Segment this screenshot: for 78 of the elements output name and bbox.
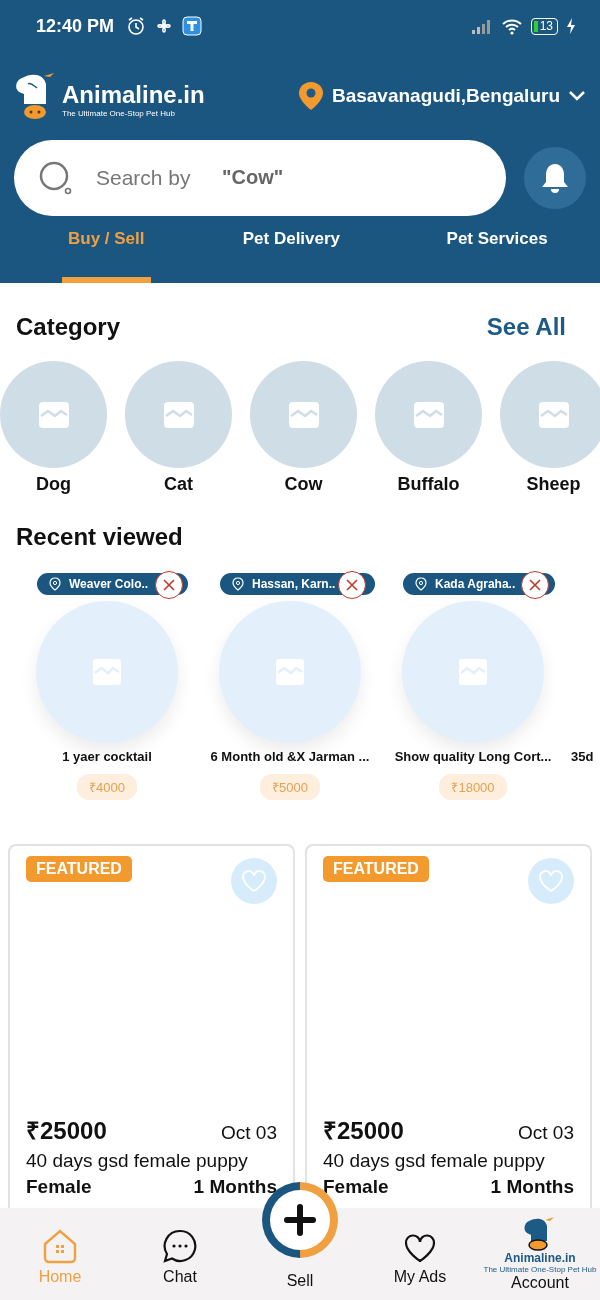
- location-selector[interactable]: Basavanagudi,Bengaluru: [297, 81, 586, 112]
- featured-badge: FEATURED: [323, 856, 429, 882]
- listing-title: Show quality Long Cort...: [394, 749, 552, 764]
- image-placeholder-icon: [459, 659, 487, 685]
- location-pin-icon: [49, 577, 61, 591]
- image-placeholder-icon: [163, 401, 194, 428]
- remove-button[interactable]: [338, 571, 366, 599]
- wifi-icon: [500, 17, 523, 36]
- listing-gender: Female: [323, 1176, 389, 1198]
- listing-age: 1 Months: [490, 1176, 574, 1198]
- listing-price: ₹25000: [26, 1116, 107, 1146]
- search-hint: "Cow": [222, 166, 284, 190]
- search-icon: [38, 159, 74, 196]
- nav-item[interactable]: My Ads: [360, 1208, 480, 1300]
- image-placeholder-icon: [413, 401, 444, 428]
- price-tag: ₹18000: [439, 774, 507, 800]
- listing-date: Oct 03: [518, 1122, 574, 1144]
- category-label: Buffalo: [397, 474, 460, 495]
- category-label: Cow: [284, 474, 323, 495]
- favorite-button[interactable]: [231, 858, 277, 904]
- tab[interactable]: Buy / Sell: [62, 215, 151, 283]
- listing-title: 6 Month old &X Jarman ...: [210, 749, 370, 764]
- status-time: 12:40 PM: [36, 15, 115, 37]
- close-icon: [529, 579, 541, 591]
- tab[interactable]: Pet Services: [394, 215, 600, 283]
- signal-icon: [470, 18, 493, 35]
- dog-chef-logo-icon: [523, 1215, 557, 1251]
- nav-label[interactable]: Sell: [286, 1272, 314, 1290]
- location-pin-icon: [415, 577, 427, 591]
- section-title: Category: [16, 313, 121, 341]
- location-text: Kada Agraha..: [435, 577, 516, 591]
- remove-button[interactable]: [521, 571, 549, 599]
- tab[interactable]: Pet Delivery: [188, 215, 395, 283]
- home-icon: [41, 1228, 79, 1264]
- charging-icon: [566, 17, 576, 36]
- image-placeholder-icon: [538, 401, 569, 428]
- heart-icon: [403, 1234, 437, 1264]
- app-icon: [182, 16, 203, 37]
- logo-name: Animaline.in: [62, 81, 205, 110]
- featured-badge: FEATURED: [26, 856, 132, 882]
- location-text: Hassan, Karn..: [252, 577, 336, 591]
- image-placeholder-icon: [288, 401, 319, 428]
- price-tag: ₹5000: [260, 774, 320, 800]
- alarm-icon: [126, 16, 147, 37]
- listing-price: ₹25000: [323, 1116, 404, 1146]
- logo-name: Animaline.in: [504, 1251, 576, 1265]
- image-placeholder-icon: [38, 401, 69, 428]
- listing-age: 1 Months: [193, 1176, 277, 1198]
- listing-title: 1 yaer cocktail: [62, 749, 152, 764]
- remove-button[interactable]: [155, 571, 183, 599]
- price-tag: ₹4000: [77, 774, 137, 800]
- section-title: Recent viewed: [16, 523, 183, 551]
- listing-title: 40 days gsd female puppy: [323, 1150, 546, 1172]
- location-text: Weaver Colo..: [69, 577, 149, 591]
- see-all-link[interactable]: See All: [486, 313, 566, 341]
- plus-icon: [284, 1204, 316, 1236]
- category-label: Sheep: [526, 474, 581, 495]
- listing-date: Oct 03: [221, 1122, 277, 1144]
- chevron-down-icon: [568, 90, 586, 103]
- category-label: Cat: [164, 474, 193, 495]
- logo-tagline: The Ultimate One-Stop Pet Hub: [62, 109, 176, 119]
- chat-icon: [162, 1228, 198, 1264]
- close-icon: [163, 579, 175, 591]
- location-pin-icon: [232, 577, 244, 591]
- nav-item[interactable]: Animaline.in The Ultimate One-Stop Pet Hub Account: [480, 1208, 600, 1300]
- image-placeholder-icon: [93, 659, 121, 685]
- bell-icon: [540, 161, 570, 194]
- favorite-button[interactable]: [528, 858, 574, 904]
- listing-gender: Female: [26, 1176, 92, 1198]
- nav-item[interactable]: Chat: [120, 1208, 240, 1300]
- close-icon: [346, 579, 358, 591]
- location-pin-icon: [297, 81, 324, 112]
- image-placeholder-icon: [276, 659, 304, 685]
- battery-level: 13: [530, 17, 558, 35]
- logo-tagline: The Ultimate One-Stop Pet Hub: [483, 1265, 597, 1274]
- listing-title: 40 days gsd female puppy: [26, 1150, 249, 1172]
- category-label: Dog: [36, 474, 71, 495]
- listing-title: 35d: [571, 749, 594, 764]
